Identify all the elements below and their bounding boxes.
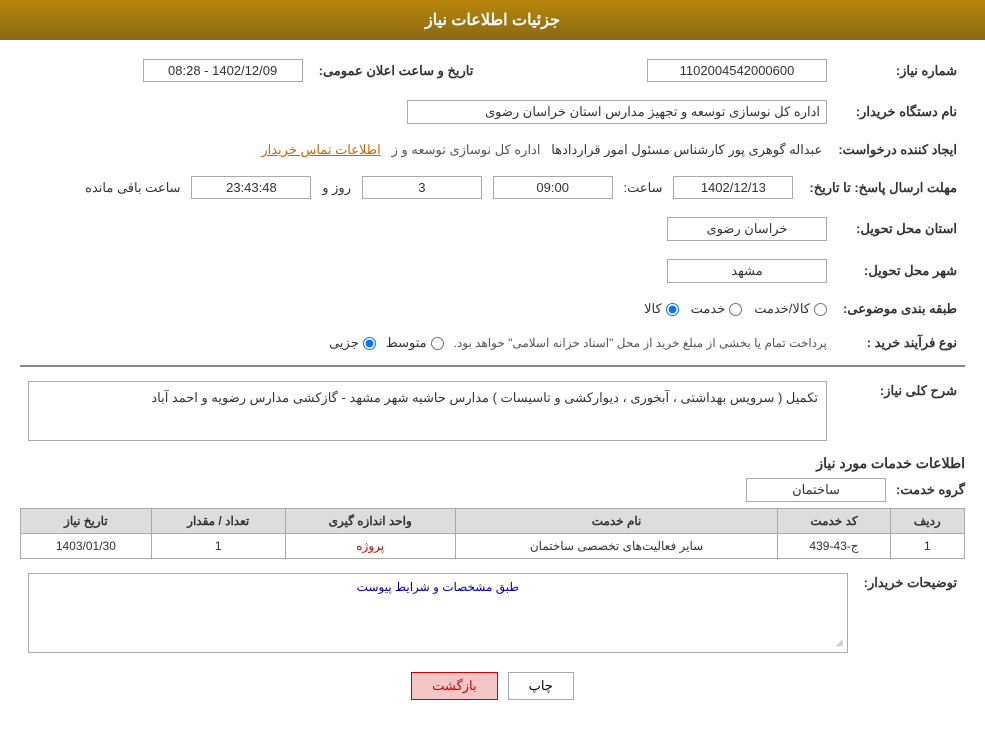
city-row: شهر محل تحویل: مشهد — [20, 255, 965, 287]
announce-date-label: تاریخ و ساعت اعلان عمومی: — [311, 55, 482, 86]
print-button[interactable]: چاپ — [508, 672, 574, 700]
category-option-khedmat: خدمت — [691, 301, 743, 317]
cell-rownum: 1 — [890, 534, 964, 559]
col-header-rownum: ردیف — [890, 509, 964, 534]
creator-name: عبداله گوهری پور کارشناس مسئول امور قرار… — [551, 142, 822, 157]
province-value: خراسان رضوی — [667, 217, 827, 241]
buyer-notes-label: توضیحات خریدار: — [856, 569, 965, 657]
creator-org: اداره کل نوسازی توسعه و ز — [392, 142, 541, 157]
city-label: شهر محل تحویل: — [835, 255, 965, 287]
category-label-kala: کالا — [644, 301, 662, 317]
description-row: شرح کلی نیاز: تکمیل ( سرویس بهداشتی ، آب… — [20, 377, 965, 445]
services-section-title: اطلاعات خدمات مورد نیاز — [20, 455, 965, 472]
purchase-option-motavasset: متوسط — [386, 335, 444, 351]
purchase-label-jozii: جزیی — [329, 335, 359, 351]
category-radio-kala-khedmat[interactable] — [814, 303, 827, 316]
buyer-notes-value: طبق مشخصات و شرایط پیوست — [29, 574, 847, 600]
need-number-box: 1102004542000600 — [647, 59, 827, 82]
deadline-days: 3 — [362, 176, 482, 199]
category-label-kala-khedmat: کالا/خدمت — [754, 301, 810, 317]
category-radio-group: کالا/خدمت خدمت کالا — [28, 301, 827, 317]
col-header-qty: تعداد / مقدار — [151, 509, 285, 534]
content-area: شماره نیاز: 1102004542000600 تاریخ و ساع… — [0, 40, 985, 730]
button-row: چاپ بازگشت — [20, 672, 965, 700]
deadline-time-label: ساعت: — [624, 180, 663, 195]
col-header-unit: واحد اندازه گیری — [285, 509, 455, 534]
creator-link[interactable]: اطلاعات تماس خریدار — [261, 142, 380, 157]
page-title: جزئیات اطلاعات نیاز — [425, 12, 560, 29]
col-header-code: کد خدمت — [778, 509, 890, 534]
page-header: جزئیات اطلاعات نیاز — [0, 0, 985, 40]
buyer-org-value: اداره کل نوسازی توسعه و تجهیز مدارس استا… — [407, 100, 827, 124]
province-label: استان محل تحویل: — [835, 213, 965, 245]
buyer-org-row: نام دستگاه خریدار: اداره کل نوسازی توسعه… — [20, 96, 965, 128]
purchase-type-label: نوع فرآیند خرید : — [835, 331, 965, 355]
purchase-label-motavasset: متوسط — [386, 335, 427, 351]
cell-unit: پروژه — [285, 534, 455, 559]
col-header-name: نام خدمت — [455, 509, 778, 534]
description-value: تکمیل ( سرویس بهداشتی ، آبخوری ، دیوارکش… — [28, 381, 827, 441]
deadline-remaining: 23:43:48 — [191, 176, 311, 199]
service-group-value: ساختمان — [746, 478, 886, 502]
cell-name: سایر فعالیت‌های تخصصی ساختمان — [455, 534, 778, 559]
announce-date-value: 1402/12/09 - 08:28 — [143, 59, 303, 82]
purchase-type-row: نوع فرآیند خرید : پرداخت تمام یا بخشی از… — [20, 331, 965, 355]
table-row: 1 ج-43-439 سایر فعالیت‌های تخصصی ساختمان… — [21, 534, 965, 559]
buyer-notes-section: توضیحات خریدار: طبق مشخصات و شرایط پیوست… — [20, 569, 965, 657]
description-label: شرح کلی نیاز: — [835, 377, 965, 445]
province-row: استان محل تحویل: خراسان رضوی — [20, 213, 965, 245]
col-header-date: تاریخ نیاز — [21, 509, 152, 534]
buyer-notes-container: طبق مشخصات و شرایط پیوست ◢ — [28, 573, 848, 653]
category-label: طبقه بندی موضوعی: — [835, 297, 965, 321]
creator-label: ایجاد کننده درخواست: — [830, 138, 965, 162]
corner-marker: ◢ — [836, 637, 843, 648]
need-number-row: شماره نیاز: 1102004542000600 تاریخ و ساع… — [20, 55, 965, 86]
divider-1 — [20, 365, 965, 367]
page-wrapper: جزئیات اطلاعات نیاز شماره نیاز: 11020045… — [0, 0, 985, 730]
purchase-type-note: پرداخت تمام یا بخشی از مبلغ خرید از محل … — [454, 336, 827, 350]
purchase-radio-jozii[interactable] — [363, 337, 376, 350]
deadline-remaining-label: ساعت باقی مانده — [85, 180, 180, 195]
cell-code: ج-43-439 — [778, 534, 890, 559]
cell-date: 1403/01/30 — [21, 534, 152, 559]
city-value: مشهد — [667, 259, 827, 283]
creator-row: ایجاد کننده درخواست: عبداله گوهری پور کا… — [20, 138, 965, 162]
buyer-org-label: نام دستگاه خریدار: — [835, 96, 965, 128]
category-radio-kala[interactable] — [666, 303, 679, 316]
purchase-radio-motavasset[interactable] — [431, 337, 444, 350]
category-option-kala: کالا — [644, 301, 679, 317]
deadline-time: 09:00 — [493, 176, 613, 199]
services-table: ردیف کد خدمت نام خدمت واحد اندازه گیری ت… — [20, 508, 965, 559]
deadline-row: مهلت ارسال پاسخ: تا تاریخ: 1402/12/13 سا… — [20, 172, 965, 203]
category-option-kala-khedmat: کالا/خدمت — [754, 301, 827, 317]
back-button[interactable]: بازگشت — [411, 672, 497, 700]
cell-qty: 1 — [151, 534, 285, 559]
deadline-days-label: روز و — [322, 180, 351, 195]
need-number-value: 1102004542000600 — [511, 55, 835, 86]
category-row: طبقه بندی موضوعی: کالا/خدمت خدمت — [20, 297, 965, 321]
purchase-radio-group: پرداخت تمام یا بخشی از مبلغ خرید از محل … — [28, 335, 827, 351]
service-group-row: گروه خدمت: ساختمان — [20, 478, 965, 502]
purchase-option-jozii: جزیی — [329, 335, 376, 351]
service-group-label: گروه خدمت: — [896, 482, 965, 498]
category-radio-khedmat[interactable] — [729, 303, 742, 316]
deadline-label: مهلت ارسال پاسخ: تا تاریخ: — [801, 172, 965, 203]
need-number-label: شماره نیاز: — [835, 55, 965, 86]
category-label-khedmat: خدمت — [691, 301, 726, 317]
deadline-date: 1402/12/13 — [673, 176, 793, 199]
